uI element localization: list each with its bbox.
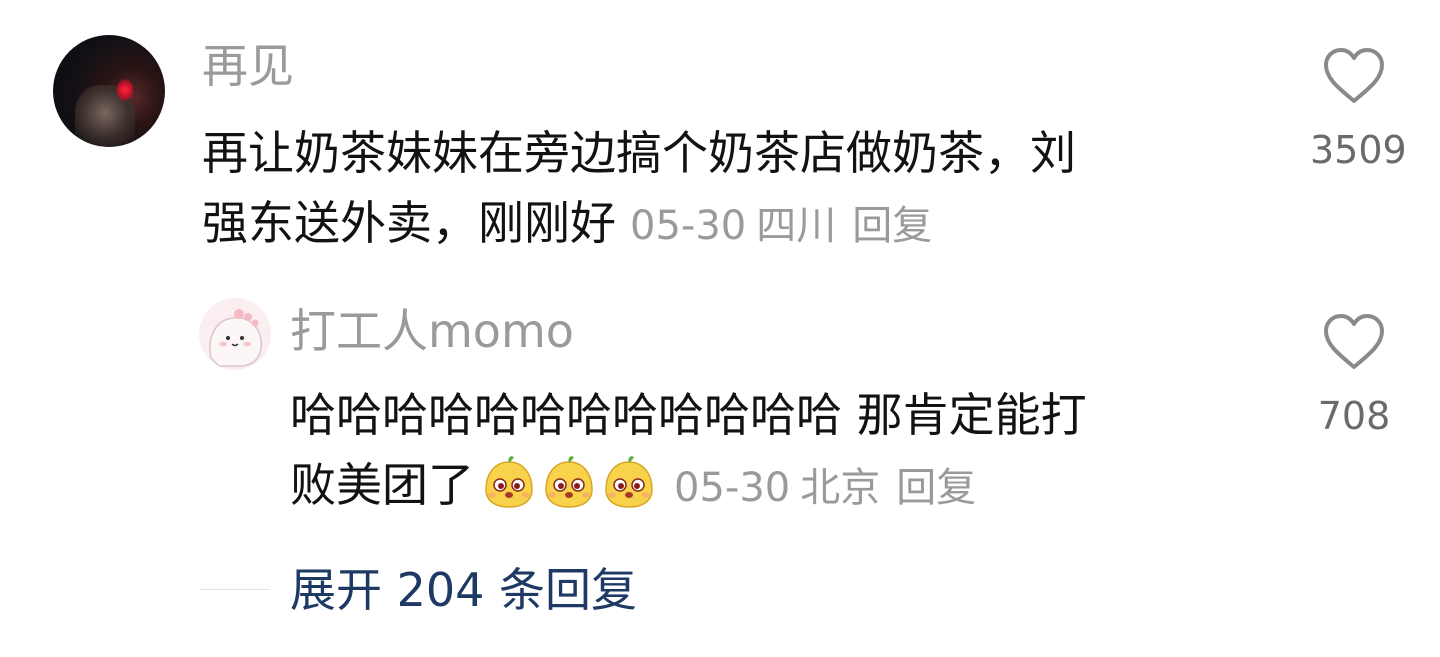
reply-text-line-1: 哈哈哈哈哈哈哈哈哈哈哈哈 那肯定能打 bbox=[290, 388, 1087, 442]
commenter-avatar[interactable] bbox=[53, 35, 165, 147]
comment-location: 四川 bbox=[756, 203, 837, 249]
yellow-blob-emoji-icon bbox=[545, 456, 593, 508]
reply-text: 哈哈哈哈哈哈哈哈哈哈哈哈 那肯定能打 败美团了 05-30 北京 回复 bbox=[290, 380, 1087, 530]
comment-like-count: 3509 bbox=[1310, 128, 1407, 172]
reply-avatar[interactable] bbox=[199, 298, 271, 370]
comment-meta: 05-30 四川 回复 bbox=[630, 203, 942, 249]
yellow-blob-emoji-icon bbox=[605, 456, 653, 508]
comment-like[interactable]: 3509 bbox=[1310, 47, 1407, 173]
heart-icon[interactable] bbox=[1322, 313, 1386, 371]
comment-text-line-2: 强东送外卖，刚刚好 05-30 四川 回复 bbox=[202, 188, 1076, 261]
reply-author-name[interactable]: 打工人momo bbox=[290, 302, 574, 360]
emoji-group bbox=[480, 453, 660, 530]
comment-text: 再让奶茶妹妹在旁边搞个奶茶店做奶茶，刘 强东送外卖，刚刚好 05-30 四川 回复 bbox=[202, 118, 1076, 261]
reply-date: 05-30 bbox=[674, 465, 791, 511]
heart-icon[interactable] bbox=[1322, 47, 1386, 105]
reply-like[interactable]: 708 bbox=[1310, 313, 1398, 439]
comment-text-line-1: 再让奶茶妹妹在旁边搞个奶茶店做奶茶，刘 bbox=[202, 126, 1076, 180]
comment-date: 05-30 bbox=[630, 203, 747, 249]
reply-like-count: 708 bbox=[1317, 394, 1391, 438]
yellow-blob-emoji-icon bbox=[485, 456, 533, 508]
reply-text-line-2: 败美团了 05-30 北京 回复 bbox=[290, 450, 1087, 530]
reply-reply-button[interactable]: 回复 bbox=[896, 465, 976, 511]
comment-author-name[interactable]: 再见 bbox=[202, 38, 294, 94]
expand-replies-button[interactable]: 展开 204 条回复 bbox=[290, 558, 637, 622]
pink-dinosaur-avatar-icon bbox=[199, 298, 271, 370]
reply-meta: 05-30 北京 回复 bbox=[674, 465, 986, 511]
comment-reply-button[interactable]: 回复 bbox=[852, 203, 932, 249]
avatar-light bbox=[117, 79, 133, 101]
expand-divider bbox=[200, 589, 270, 590]
reply-location: 北京 bbox=[800, 465, 881, 511]
comment-text-line-2-content: 强东送外卖，刚刚好 bbox=[202, 196, 616, 250]
reply-text-line-2-content: 败美团了 bbox=[290, 458, 474, 512]
